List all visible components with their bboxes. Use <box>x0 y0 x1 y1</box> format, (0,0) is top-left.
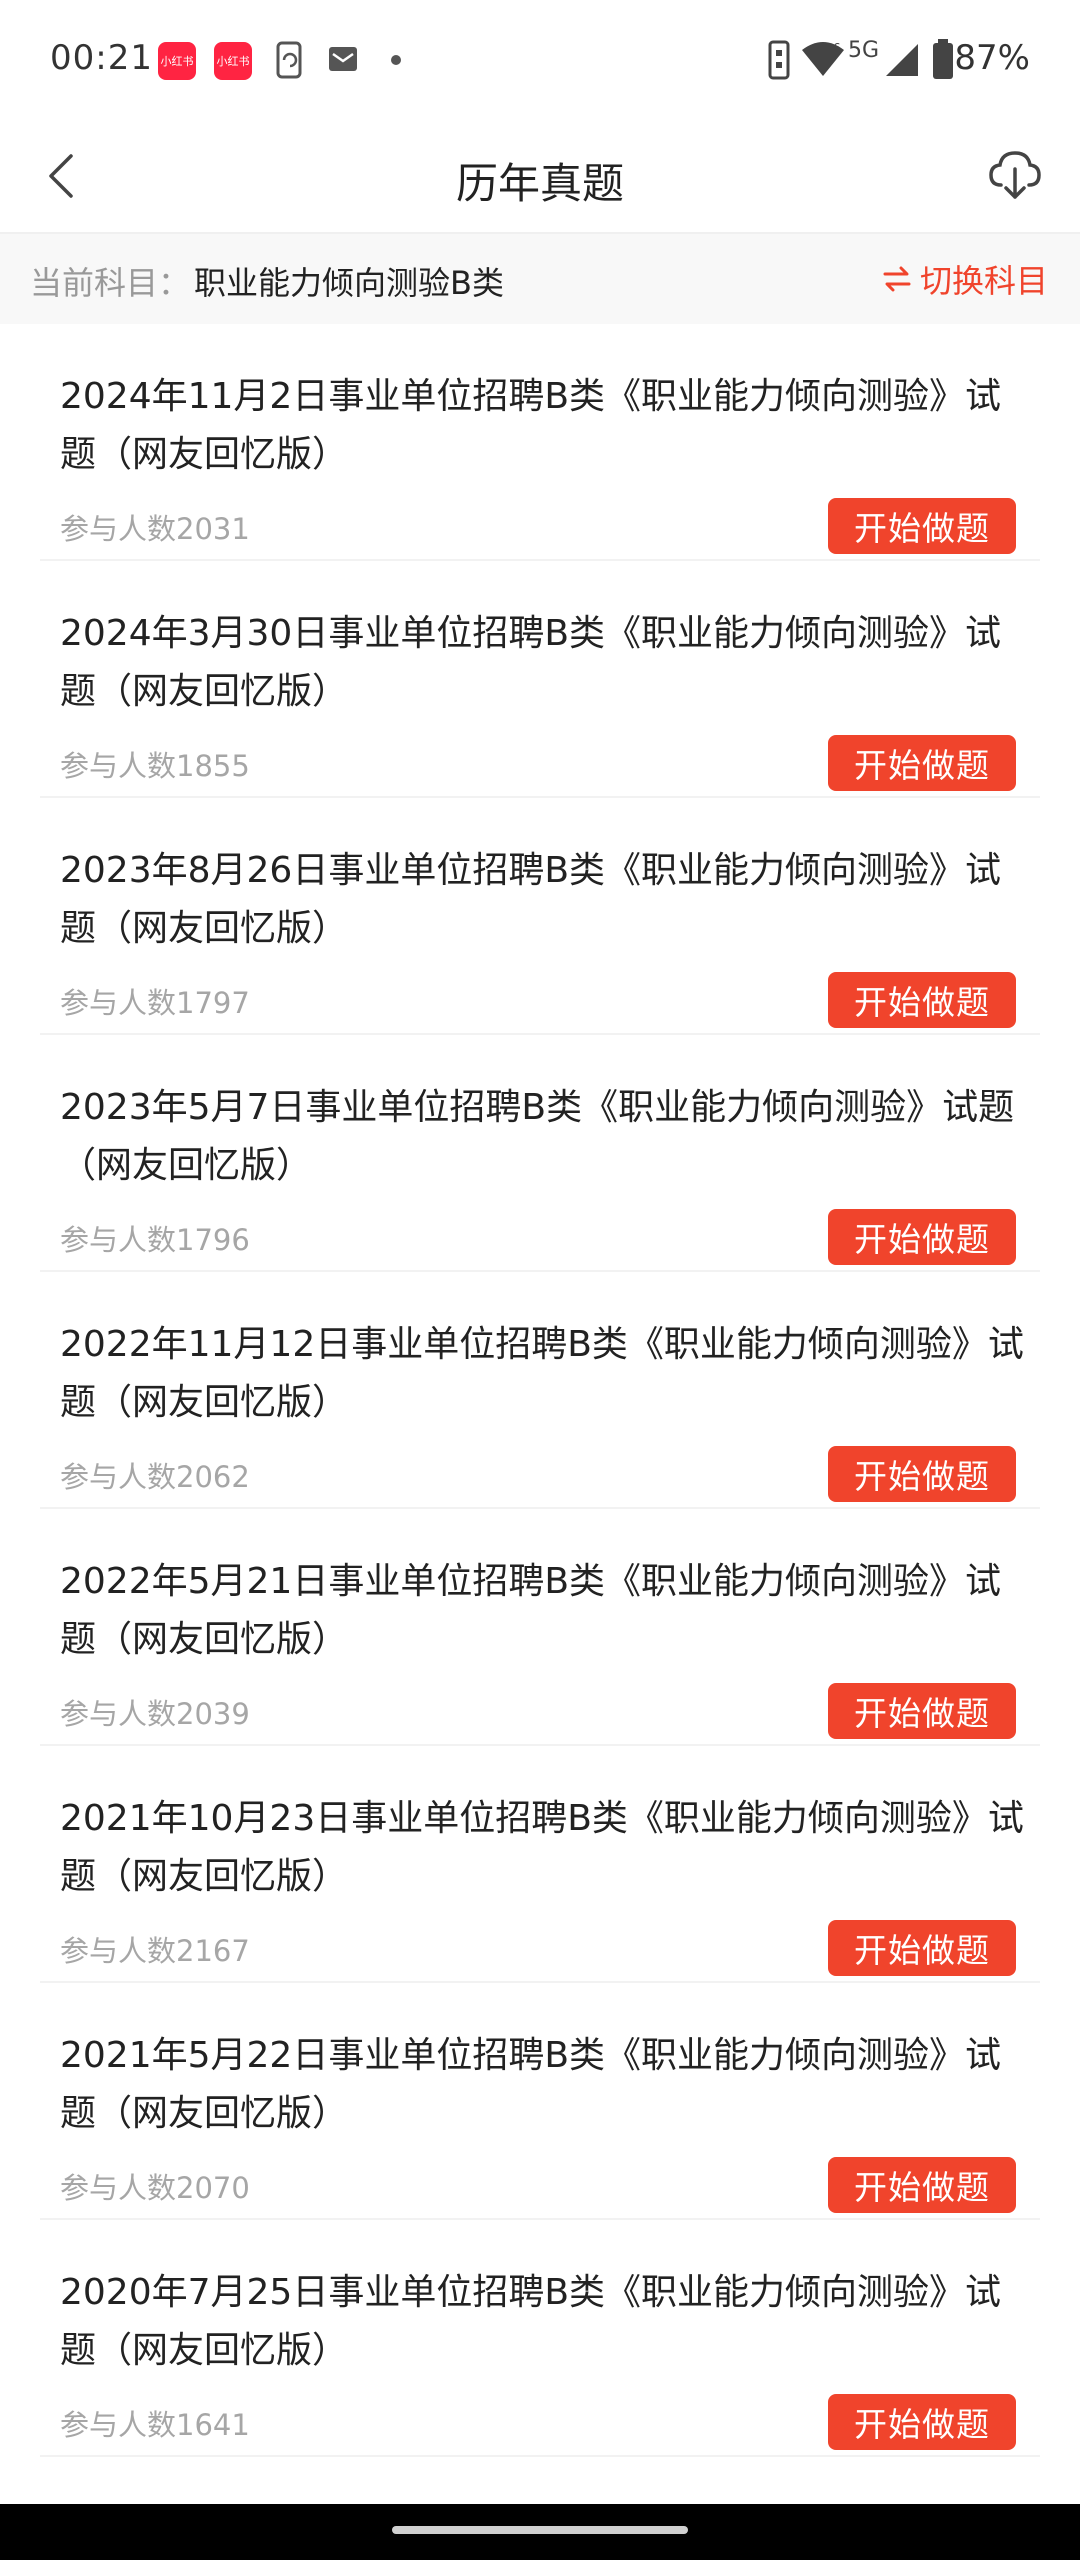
start-practice-button[interactable]: 开始做题 <box>828 2394 1016 2450</box>
app-header: 历年真题 <box>0 120 1080 234</box>
exam-title: 2020年7月25日事业单位招聘B类《职业能力倾向测验》试题（网友回忆版） <box>60 2272 1002 2371</box>
participant-count: 参与人数1855 <box>60 749 250 783</box>
list-item[interactable]: 2024年3月30日事业单位招聘B类《职业能力倾向测验》试题（网友回忆版） 参与… <box>40 561 1040 798</box>
dot-icon <box>391 55 401 65</box>
list-item[interactable]: 2023年8月26日事业单位招聘B类《职业能力倾向测验》试题（网友回忆版） 参与… <box>40 798 1040 1035</box>
battery-icon <box>933 39 953 79</box>
mail-icon <box>329 47 357 71</box>
list-item[interactable]: 2022年5月21日事业单位招聘B类《职业能力倾向测验》试题（网友回忆版） 参与… <box>40 1509 1040 1746</box>
exam-list: 2024年11月2日事业单位招聘B类《职业能力倾向测验》试题（网友回忆版） 参与… <box>0 324 1080 2457</box>
wifi-icon: 6 <box>802 41 844 76</box>
start-practice-button[interactable]: 开始做题 <box>828 1920 1016 1976</box>
exam-title: 2021年5月22日事业单位招聘B类《职业能力倾向测验》试题（网友回忆版） <box>60 2035 1002 2134</box>
participant-count: 参与人数2031 <box>60 512 250 546</box>
start-practice-button[interactable]: 开始做题 <box>828 1683 1016 1739</box>
exam-title: 2022年5月21日事业单位招聘B类《职业能力倾向测验》试题（网友回忆版） <box>60 1561 1002 1660</box>
exam-title: 2024年3月30日事业单位招聘B类《职业能力倾向测验》试题（网友回忆版） <box>60 613 1002 712</box>
list-item[interactable]: 2024年11月2日事业单位招聘B类《职业能力倾向测验》试题（网友回忆版） 参与… <box>40 324 1040 561</box>
subject-label: 当前科目： <box>30 264 191 302</box>
xiaohongshu-icon: 小红书 <box>214 42 252 80</box>
status-bar: 00:21 小红书 小红书 6 5G 87% <box>0 0 1080 120</box>
network-type: 5G <box>848 38 880 63</box>
start-practice-button[interactable]: 开始做题 <box>828 1446 1016 1502</box>
list-item[interactable]: 2022年11月12日事业单位招聘B类《职业能力倾向测验》试题（网友回忆版） 参… <box>40 1272 1040 1509</box>
download-button[interactable] <box>980 140 1050 210</box>
switch-subject-button[interactable]: 切换科目 <box>882 256 1048 302</box>
app-screen: 00:21 小红书 小红书 6 5G 87% 历年真题 当前科目： 职业能力倾向… <box>0 0 1080 2560</box>
battery-percent: 87% <box>954 38 1030 78</box>
participant-count: 参与人数1797 <box>60 986 250 1020</box>
participant-count: 参与人数2167 <box>60 1934 250 1968</box>
cloud-download-icon <box>989 151 1041 199</box>
vibrate-icon <box>768 40 790 80</box>
status-time: 00:21 <box>50 38 153 78</box>
start-practice-button[interactable]: 开始做题 <box>828 498 1016 554</box>
participant-count: 参与人数2039 <box>60 1697 250 1731</box>
system-nav-bar <box>0 2504 1080 2560</box>
swap-icon <box>883 266 911 292</box>
list-item[interactable]: 2021年5月22日事业单位招聘B类《职业能力倾向测验》试题（网友回忆版） 参与… <box>40 1983 1040 2220</box>
participant-count: 参与人数2070 <box>60 2171 250 2205</box>
home-indicator[interactable] <box>392 2526 688 2534</box>
exam-title: 2022年11月12日事业单位招聘B类《职业能力倾向测验》试题（网友回忆版） <box>60 1324 1024 1423</box>
list-item[interactable]: 2021年10月23日事业单位招聘B类《职业能力倾向测验》试题（网友回忆版） 参… <box>40 1746 1040 1983</box>
participant-count: 参与人数1796 <box>60 1223 250 1257</box>
list-item[interactable]: 2023年5月7日事业单位招聘B类《职业能力倾向测验》试题（网友回忆版） 参与人… <box>40 1035 1040 1272</box>
start-practice-button[interactable]: 开始做题 <box>828 735 1016 791</box>
svg-text:6: 6 <box>833 41 841 55</box>
xiaohongshu-icon: 小红书 <box>158 42 196 80</box>
start-practice-button[interactable]: 开始做题 <box>828 2157 1016 2213</box>
exam-title: 2023年8月26日事业单位招聘B类《职业能力倾向测验》试题（网友回忆版） <box>60 850 1002 949</box>
start-practice-button[interactable]: 开始做题 <box>828 972 1016 1028</box>
participant-count: 参与人数2062 <box>60 1460 250 1494</box>
switch-subject-label: 切换科目 <box>919 262 1048 300</box>
exam-title: 2024年11月2日事业单位招聘B类《职业能力倾向测验》试题（网友回忆版） <box>60 376 1002 475</box>
subject-value: 职业能力倾向测验B类 <box>194 264 504 302</box>
signal-icon <box>886 44 918 76</box>
exam-title: 2023年5月7日事业单位招聘B类《职业能力倾向测验》试题（网友回忆版） <box>60 1087 1015 1186</box>
phone-sync-icon <box>276 41 302 79</box>
exam-title: 2021年10月23日事业单位招聘B类《职业能力倾向测验》试题（网友回忆版） <box>60 1798 1024 1897</box>
list-item[interactable]: 2020年7月25日事业单位招聘B类《职业能力倾向测验》试题（网友回忆版） 参与… <box>40 2220 1040 2457</box>
participant-count: 参与人数1641 <box>60 2408 250 2442</box>
subject-bar: 当前科目： 职业能力倾向测验B类 切换科目 <box>0 234 1080 324</box>
page-title: 历年真题 <box>455 159 624 208</box>
start-practice-button[interactable]: 开始做题 <box>828 1209 1016 1265</box>
